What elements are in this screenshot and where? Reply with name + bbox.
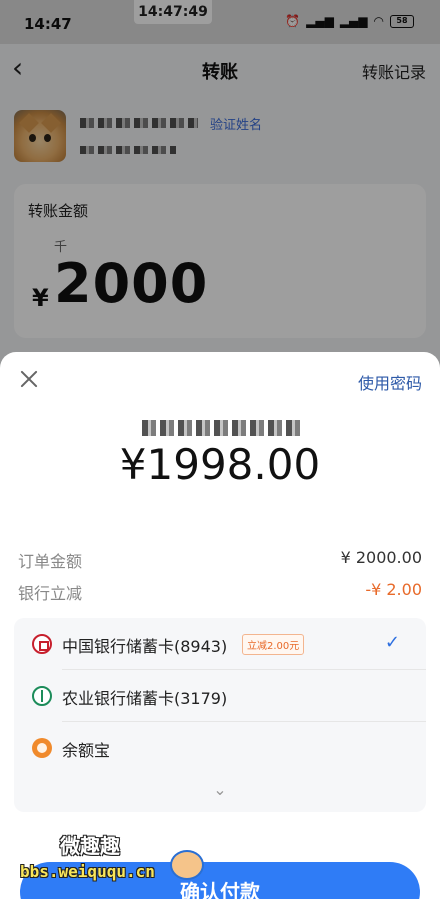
watermark-url: bbs.weiququ.cn xyxy=(20,862,155,881)
payment-method-yuebao[interactable]: 余额宝 xyxy=(14,722,426,774)
payment-method-abc[interactable]: 农业银行储蓄卡(3179) xyxy=(14,670,426,722)
bank-discount-value: -¥ 2.00 xyxy=(365,580,422,599)
pay-amount: ¥1998.00 xyxy=(119,440,321,489)
payment-method-boc[interactable]: 中国银行储蓄卡(8943) 立减2.00元 ✓ xyxy=(14,618,426,670)
discount-tag: 立减2.00元 xyxy=(242,634,305,655)
abc-icon xyxy=(32,686,52,706)
order-amount-value: ¥ 2000.00 xyxy=(340,548,422,567)
watermark-title: 微趣趣 xyxy=(60,834,120,858)
chevron-down-icon[interactable]: ⌄ xyxy=(14,780,426,799)
payment-method-name: 农业银行储蓄卡(3179) xyxy=(62,689,228,708)
checkmark-icon: ✓ xyxy=(384,632,400,653)
use-password-button[interactable]: 使用密码 xyxy=(358,370,422,394)
watermark: 微趣趣 bbs.weiququ.cn xyxy=(20,830,210,899)
payment-sheet: 使用密码 ¥1998.00 订单金额 ¥ 2000.00 银行立减 -¥ 2.0… xyxy=(0,352,440,899)
payment-method-name: 余额宝 xyxy=(62,741,111,760)
close-icon[interactable] xyxy=(18,368,40,390)
order-amount-label: 订单金额 xyxy=(18,552,83,571)
mascot-icon xyxy=(170,850,204,880)
bank-discount-label: 银行立减 xyxy=(18,584,83,603)
boc-icon xyxy=(32,634,52,654)
payment-methods: 中国银行储蓄卡(8943) 立减2.00元 ✓ 农业银行储蓄卡(3179) 余额… xyxy=(14,618,426,812)
yuebao-icon xyxy=(32,738,52,758)
payment-method-name: 中国银行储蓄卡(8943) xyxy=(62,637,228,656)
payee-name-redacted xyxy=(142,420,302,436)
